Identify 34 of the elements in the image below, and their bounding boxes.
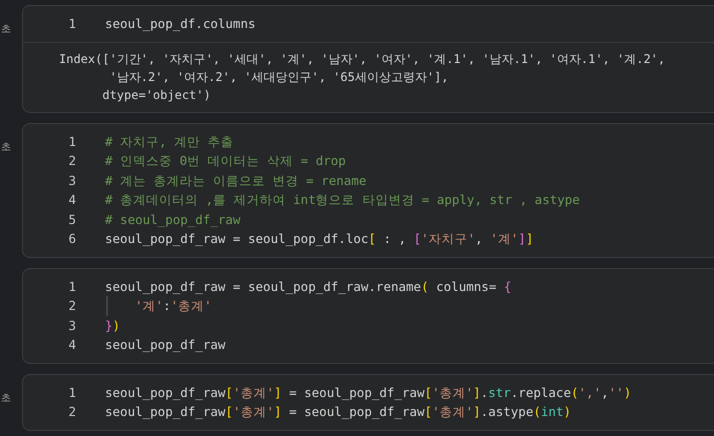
code-line: # 인덱스중 0번 데이터는 삭제 = drop bbox=[104, 152, 346, 170]
code-line: seoul_pop_df.columns bbox=[104, 15, 256, 33]
cell-output: Index(['기간', '자치구', '세대', '계', '남자', '여자', '계.1', '남자.1', '여자.1', '계.2', '남자.2', '여자.2', '세대당인구', '65세이상고령자'], dtype='object') bbox=[23, 42, 714, 112]
line-number: 1 bbox=[67, 384, 77, 402]
line-number: 2 bbox=[67, 152, 77, 170]
line-number: 4 bbox=[67, 336, 77, 354]
code-line: # 자치구, 계만 추출 bbox=[104, 132, 234, 150]
line-number: 3 bbox=[67, 172, 77, 190]
code-line: # 계는 총계라는 이름으로 변경 = rename bbox=[104, 172, 366, 190]
code-line: seoul_pop_df_raw['총계'] = seoul_pop_df_raw['총계'].astype(int) bbox=[104, 403, 571, 421]
code-line: # 총계데이터의 ,를 제거하여 int형으로 타입변경 = apply, str , astype bbox=[104, 191, 580, 209]
line-number: 5 bbox=[67, 210, 77, 228]
line-number: 1 bbox=[67, 278, 77, 296]
code-line: seoul_pop_df_raw = seoul_pop_df.loc[ : , ['자치구', '계']] bbox=[104, 230, 534, 248]
line-number: 1 bbox=[67, 15, 77, 33]
code-line: seoul_pop_df_raw['총계'] = seoul_pop_df_raw['총계'].str.replace(',','') bbox=[104, 384, 632, 402]
code-cell[interactable]: 1 seoul_pop_df_raw['총계'] = seoul_pop_df_raw['총계'].str.replace(',','') 2 seoul_pop_df_raw['총계'] = seoul_pop_df_raw['총계'].astype(int) bbox=[22, 374, 714, 430]
code-line: '계':'총계' bbox=[134, 297, 212, 315]
line-number: 4 bbox=[67, 191, 77, 209]
line-number: 6 bbox=[67, 230, 77, 248]
code-cell[interactable]: 1 seoul_pop_df.columns Index(['기간', '자치구', '세대', '계', '남자', '여자', '계.1', '남자.1', '여자.1', '계.2', '남자.2', '여자.2', '세대당인구', '65세이상고령자'], dtype='object') bbox=[22, 5, 714, 112]
line-number: 1 bbox=[67, 132, 77, 150]
line-number: 3 bbox=[67, 316, 77, 334]
code-line: seoul_pop_df_raw = seoul_pop_df_raw.rename( columns= { bbox=[104, 278, 512, 296]
code-cell[interactable]: 1 seoul_pop_df_raw = seoul_pop_df_raw.rename( columns= { 2 '계':'총계' 3 }) 4 seoul_pop_df_raw bbox=[22, 268, 714, 364]
code-line: }) bbox=[104, 316, 120, 334]
code-cell[interactable] bbox=[22, 122, 714, 258]
code-line: # seoul_pop_df_raw bbox=[104, 210, 240, 229]
execution-time: 초 bbox=[1, 392, 11, 404]
code-line: seoul_pop_df_raw bbox=[104, 336, 226, 354]
execution-time: 초 bbox=[1, 23, 11, 36]
line-number: 2 bbox=[67, 297, 77, 315]
line-number: 2 bbox=[67, 403, 77, 421]
execution-time: 초 bbox=[1, 140, 11, 154]
